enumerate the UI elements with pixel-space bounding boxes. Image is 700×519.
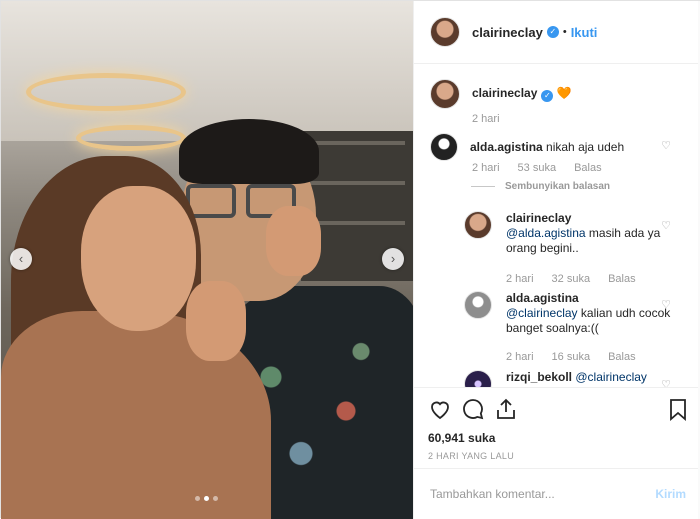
comment-mention[interactable]: @clairineclay	[506, 306, 578, 320]
chevron-left-icon: ‹	[18, 251, 24, 266]
reply-item: rizqi_bekoll @clairineclay	[464, 370, 686, 387]
comment-time[interactable]: 2 hari	[506, 273, 534, 285]
heart-icon[interactable]	[428, 397, 452, 421]
comment-item: alda.agistina nikah aja udeh	[430, 133, 624, 161]
header-separator: •	[562, 26, 567, 38]
comment-username[interactable]: rizqi_bekoll	[506, 370, 572, 384]
reply-button[interactable]: Balas	[574, 162, 602, 174]
reply-item: alda.agistina @clairineclay kalian udh c…	[464, 291, 676, 336]
commenter-avatar[interactable]	[464, 211, 492, 239]
commenter-avatar[interactable]	[464, 291, 492, 319]
carousel-dot	[195, 496, 200, 501]
comment-likes[interactable]: 53 suka	[518, 162, 557, 174]
caption-username[interactable]: clairineclay	[472, 86, 537, 100]
photo-lamp	[76, 125, 186, 151]
next-photo-button[interactable]: ›	[382, 248, 404, 270]
comment-mention[interactable]: @clairineclay	[575, 370, 647, 384]
comment-icon[interactable]	[461, 397, 485, 421]
verified-icon: ✓	[541, 90, 554, 102]
comment-mention[interactable]: @alda.agistina	[506, 226, 586, 240]
replies-line	[471, 186, 495, 187]
reply-button[interactable]: Balas	[608, 351, 636, 363]
comment-like-icon[interactable]: ♡	[660, 299, 672, 311]
carousel-dot	[213, 496, 218, 501]
share-icon[interactable]	[494, 397, 518, 421]
comment-like-icon[interactable]: ♡	[660, 140, 672, 152]
photo-man-hair	[179, 119, 319, 184]
photo-ceiling	[1, 1, 413, 141]
comment-username[interactable]: clairineclay	[506, 211, 571, 225]
comment-username[interactable]: alda.agistina	[470, 140, 543, 154]
carousel-dot-active	[204, 496, 209, 501]
post-sidebar: clairineclay ✓ • Ikuti clairineclay ✓ 🧡 2…	[413, 1, 700, 519]
author-username[interactable]: clairineclay	[472, 25, 543, 40]
post-dialog: ‹ › clairineclay ✓ • Ikuti clairineclay ✓	[0, 0, 700, 519]
actions-divider	[414, 387, 700, 388]
reply-button[interactable]: Balas	[608, 273, 636, 285]
comment-likes[interactable]: 16 suka	[552, 351, 591, 363]
comment-like-icon[interactable]: ♡	[660, 379, 672, 387]
bookmark-icon[interactable]	[666, 397, 690, 421]
caption-meta: 2 hari	[472, 113, 500, 125]
commenter-avatar[interactable]	[430, 133, 458, 161]
post-header: clairineclay ✓ • Ikuti	[414, 1, 700, 64]
comment-input[interactable]	[430, 487, 620, 501]
photo-lamp	[26, 73, 186, 111]
author-avatar[interactable]	[430, 17, 460, 47]
comments-list[interactable]: clairineclay ✓ 🧡 2 hari alda.agistina nik…	[414, 65, 700, 387]
reply-item: clairineclay @alda.agistina masih ada ya…	[464, 211, 676, 256]
comment-text: nikah aja udeh	[546, 139, 625, 154]
add-comment-bar: Kirim	[414, 469, 700, 519]
likes-count[interactable]: 60,941 suka	[428, 431, 495, 445]
chevron-right-icon: ›	[390, 251, 396, 266]
caption-time[interactable]: 2 hari	[472, 113, 500, 125]
author-avatar[interactable]	[430, 79, 460, 109]
comment-meta: 2 hari 53 suka Balas	[472, 162, 602, 174]
comment-username[interactable]: alda.agistina	[506, 291, 579, 305]
comment-meta: 2 hari 32 suka Balas	[506, 273, 636, 285]
comment-likes[interactable]: 32 suka	[552, 273, 591, 285]
post-actions	[428, 397, 690, 425]
follow-button[interactable]: Ikuti	[571, 25, 598, 40]
comment-like-icon[interactable]: ♡	[660, 220, 672, 232]
post-photo[interactable]: ‹ ›	[1, 1, 413, 519]
verified-icon: ✓	[546, 26, 559, 38]
carousel-dots	[195, 496, 218, 501]
commenter-avatar[interactable]	[464, 370, 492, 387]
caption: clairineclay ✓ 🧡	[430, 79, 572, 109]
post-timestamp[interactable]: 2 HARI YANG LALU	[428, 451, 514, 461]
prev-photo-button[interactable]: ‹	[10, 248, 32, 270]
send-comment-button[interactable]: Kirim	[655, 487, 686, 501]
heart-emoji: 🧡	[556, 86, 572, 100]
photo-woman-face	[81, 186, 196, 331]
comment-meta: 2 hari 16 suka Balas	[506, 351, 636, 363]
photo-hand	[186, 281, 246, 361]
comment-time[interactable]: 2 hari	[506, 351, 534, 363]
hide-replies-button[interactable]: Sembunyikan balasan	[505, 181, 610, 192]
comment-time[interactable]: 2 hari	[472, 162, 500, 174]
photo-hand	[266, 206, 321, 276]
